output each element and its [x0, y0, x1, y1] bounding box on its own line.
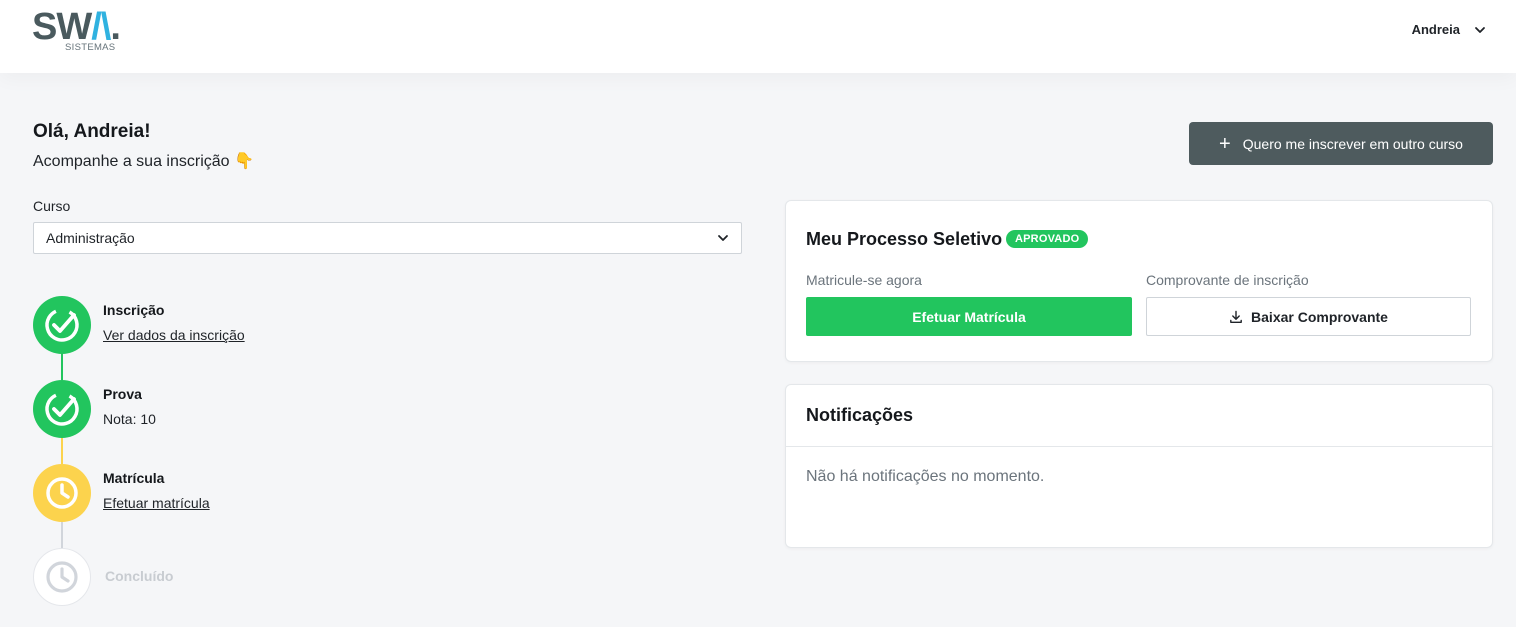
step-concluido-status	[33, 548, 91, 606]
notifications-divider	[786, 446, 1492, 447]
timeline-connector	[61, 520, 63, 548]
course-select-value: Administração	[46, 230, 135, 246]
top-bar: SW/\. SISTEMAS Andreia	[0, 0, 1516, 73]
download-receipt-button[interactable]: Baixar Comprovante	[1146, 297, 1471, 336]
selection-process-title: Meu Processo Seletivo	[806, 229, 1003, 249]
enroll-now-label: Matricule-se agora	[806, 272, 922, 288]
selection-process-card: Meu Processo Seletivo APROVADO Matricule…	[785, 200, 1493, 362]
receipt-label: Comprovante de inscrição	[1146, 272, 1309, 288]
chevron-down-icon	[1475, 26, 1485, 33]
logo-subtitle: SISTEMAS	[65, 42, 116, 53]
download-receipt-label: Baixar Comprovante	[1251, 308, 1388, 325]
step-prova-grade: Nota: 10	[103, 411, 156, 427]
clock-icon	[46, 477, 78, 509]
step-matricula-title: Matrícula	[103, 470, 165, 486]
user-menu[interactable]: Andreia	[1412, 22, 1486, 37]
check-icon	[45, 392, 79, 426]
swa-logo[interactable]: SW/\. SISTEMAS	[32, 6, 142, 58]
plus-icon: +	[1219, 132, 1231, 155]
course-select[interactable]: Administração	[33, 222, 742, 254]
step-concluido-title: Concluído	[105, 568, 174, 584]
notifications-empty-message: Não há notificações no momento.	[806, 468, 1045, 485]
step-prova-status	[33, 380, 91, 438]
step-prova-title: Prova	[103, 386, 142, 402]
step-matricula-status	[33, 464, 91, 522]
download-icon	[1230, 310, 1242, 323]
enroll-other-course-button[interactable]: + Quero me inscrever em outro curso	[1189, 122, 1493, 165]
page-title: Olá, Andreia!	[33, 121, 151, 142]
chevron-down-icon	[718, 235, 728, 241]
user-name: Andreia	[1411, 22, 1460, 37]
notifications-card: Notificações Não há notificações no mome…	[785, 384, 1493, 548]
course-label: Curso	[33, 198, 71, 214]
step-inscricao-title: Inscrição	[103, 302, 165, 318]
timeline-connector	[61, 352, 63, 380]
enroll-button[interactable]: Efetuar Matrícula	[806, 297, 1132, 336]
step-inscricao-status	[33, 296, 91, 354]
enroll-link[interactable]: Efetuar matrícula	[103, 495, 210, 511]
page-subtitle: Acompanhe a sua inscrição 👇	[33, 153, 254, 170]
enroll-other-course-label: Quero me inscrever em outro curso	[1242, 135, 1463, 152]
clock-icon	[46, 561, 78, 593]
timeline-connector	[61, 436, 63, 464]
check-icon	[45, 308, 79, 342]
view-registration-link[interactable]: Ver dados da inscrição	[103, 327, 245, 343]
status-badge: APROVADO	[1006, 230, 1089, 248]
notifications-title: Notificações	[806, 405, 914, 425]
